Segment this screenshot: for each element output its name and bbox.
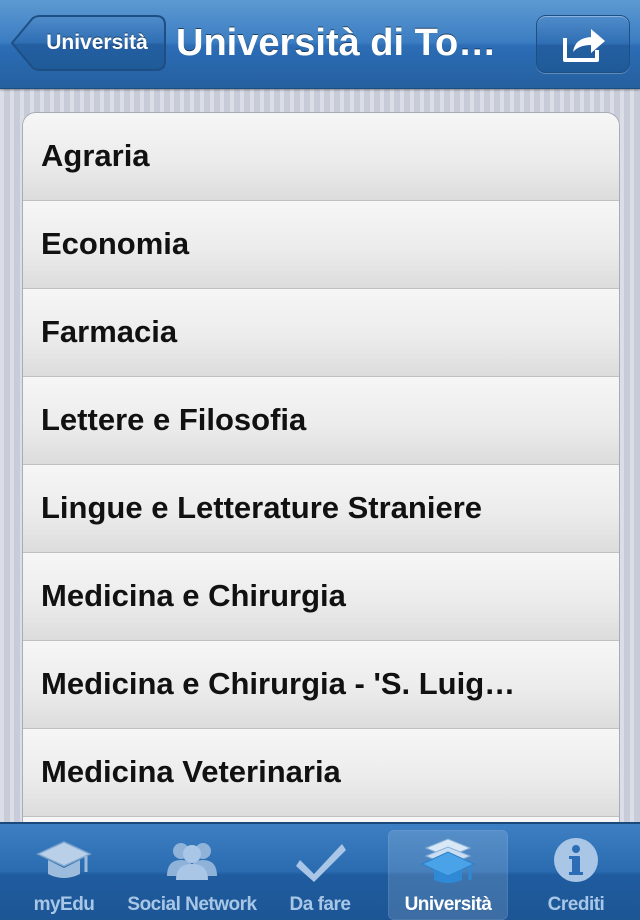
list-item[interactable]: Agraria: [23, 113, 619, 201]
tab-crediti[interactable]: Crediti: [516, 830, 636, 920]
list-item[interactable]: Medicina e Chirurgia - 'S. Luig…: [23, 641, 619, 729]
tab-social-network[interactable]: Social Network: [127, 830, 257, 920]
tab-label: myEdu: [33, 894, 95, 915]
faculty-list: Agraria Economia Farmacia Lettere e Filo…: [22, 112, 620, 906]
list-item[interactable]: Lingue e Letterature Straniere: [23, 465, 619, 553]
list-item-label: Lettere e Filosofia: [41, 402, 307, 437]
tab-da-fare[interactable]: Da fare: [260, 830, 380, 920]
navigation-bar: Università Università di To…: [0, 0, 640, 89]
checkmark-icon: [296, 844, 346, 882]
list-item[interactable]: Farmacia: [23, 289, 619, 377]
share-icon: [563, 29, 605, 62]
tab-label: Università: [404, 894, 492, 915]
tab-label: Da fare: [289, 894, 351, 915]
back-button-label: Università: [46, 31, 148, 54]
tab-label: Crediti: [547, 894, 605, 915]
graduation-cap-icon: [36, 841, 92, 878]
list-item-label: Economia: [41, 226, 190, 261]
people-icon: [167, 843, 217, 880]
list-item-label: Farmacia: [41, 314, 178, 349]
list-item-label: Medicina e Chirurgia - 'S. Luig…: [41, 666, 516, 701]
tab-myedu[interactable]: myEdu: [4, 830, 124, 920]
stacked-caps-icon: [420, 838, 476, 883]
list-item[interactable]: Medicina e Chirurgia: [23, 553, 619, 641]
share-button[interactable]: [536, 15, 630, 73]
list-item[interactable]: Economia: [23, 201, 619, 289]
tab-bar: myEdu Social Network Da fare Università: [0, 822, 640, 920]
list-item-label: Medicina Veterinaria: [41, 754, 341, 789]
list-item-label: Agraria: [41, 138, 150, 173]
tab-label: Social Network: [127, 894, 257, 915]
list-item-label: Medicina e Chirurgia: [41, 578, 346, 613]
tab-universita[interactable]: Università: [388, 830, 508, 920]
back-button[interactable]: Università: [10, 15, 166, 71]
list-item[interactable]: Medicina Veterinaria: [23, 729, 619, 817]
page-title: Università di To…: [176, 22, 497, 64]
list-item-label: Lingue e Letterature Straniere: [41, 490, 483, 525]
info-icon: [554, 838, 598, 882]
list-item[interactable]: Lettere e Filosofia: [23, 377, 619, 465]
